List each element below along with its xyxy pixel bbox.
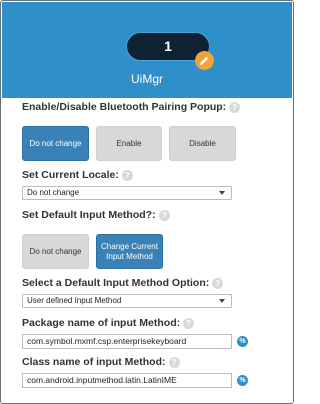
locale-label: Set Current Locale: xyxy=(22,169,119,181)
default-input-label: Set Default Input Method?: xyxy=(22,209,156,221)
bluetooth-label: Enable/Disable Bluetooth Pairing Popup: xyxy=(22,101,227,113)
input-option-select[interactable]: User defined Input Method xyxy=(22,294,232,308)
help-icon[interactable]: ? xyxy=(212,277,224,289)
help-icon[interactable]: ? xyxy=(168,356,180,368)
locale-select[interactable]: Do not change xyxy=(22,186,232,200)
bluetooth-enable-button[interactable]: Enable xyxy=(96,126,162,161)
locale-label-row: Set Current Locale:? xyxy=(22,169,133,181)
bluetooth-disable-button[interactable]: Disable xyxy=(169,126,236,161)
package-label-row: Package name of input Method:? xyxy=(22,317,195,329)
package-label: Package name of input Method: xyxy=(22,317,181,329)
header-banner: 1 UiMgr xyxy=(2,2,292,98)
input-option-select-value: User defined Input Method xyxy=(27,296,122,305)
input-option-label: Select a Default Input Method Option: xyxy=(22,277,210,289)
change-input-method-button[interactable]: Change Current Input Method xyxy=(96,234,163,269)
bluetooth-do-not-change-button[interactable]: Do not change xyxy=(22,126,89,161)
help-icon[interactable]: ? xyxy=(121,169,133,181)
help-icon[interactable]: ? xyxy=(158,209,170,221)
header-title: UiMgr xyxy=(131,72,163,86)
input-do-not-change-button[interactable]: Do not change xyxy=(22,234,89,269)
variable-icon[interactable]: % xyxy=(237,375,248,386)
bluetooth-label-row: Enable/Disable Bluetooth Pairing Popup:? xyxy=(22,101,241,113)
input-option-label-row: Select a Default Input Method Option:? xyxy=(22,277,224,289)
class-label-row: Class name of input Method:? xyxy=(22,356,180,368)
default-input-label-row: Set Default Input Method?:? xyxy=(22,209,170,221)
locale-select-value: Do not change xyxy=(27,188,80,197)
package-name-input[interactable]: com.symbol.mxmf.csp.enterprisekeyboard xyxy=(22,334,232,349)
help-icon[interactable]: ? xyxy=(183,317,195,329)
chevron-down-icon xyxy=(219,299,225,303)
variable-icon[interactable]: % xyxy=(237,336,248,347)
pencil-icon[interactable] xyxy=(195,51,214,70)
help-icon[interactable]: ? xyxy=(229,101,241,113)
class-label: Class name of input Method: xyxy=(22,356,166,368)
class-name-input[interactable]: com.android.inputmethod.latin.LatinIME xyxy=(22,373,232,388)
chevron-down-icon xyxy=(219,191,225,195)
app-frame: 1 UiMgr Enable/Disable Bluetooth Pairing… xyxy=(0,0,294,404)
